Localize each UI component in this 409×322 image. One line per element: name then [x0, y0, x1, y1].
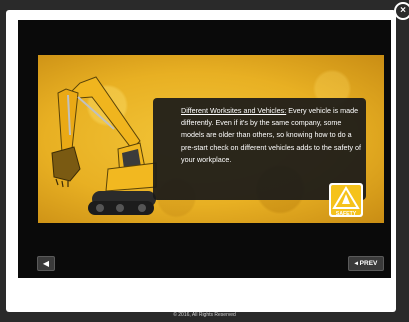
safety-sign-icon: SAFETY: [329, 183, 363, 217]
prev-button[interactable]: ◂ PREV: [348, 256, 384, 271]
safety-badge-label: SAFETY: [336, 211, 357, 217]
sound-button[interactable]: ◀: [37, 256, 55, 271]
close-button[interactable]: ×: [394, 2, 409, 20]
close-icon: ×: [400, 5, 406, 16]
slide-stage: Different Worksites and Vehicles: Every …: [18, 20, 391, 278]
caption-heading: Different Worksites and Vehicles:: [181, 106, 287, 115]
footer-copyright: © 2016, All Rights Reserved: [173, 312, 236, 318]
caption-text: Different Worksites and Vehicles: Every …: [181, 105, 366, 166]
speaker-icon: ◀: [42, 259, 50, 268]
excavator-image: [51, 76, 157, 215]
slide-scene: Different Worksites and Vehicles: Every …: [38, 55, 384, 223]
